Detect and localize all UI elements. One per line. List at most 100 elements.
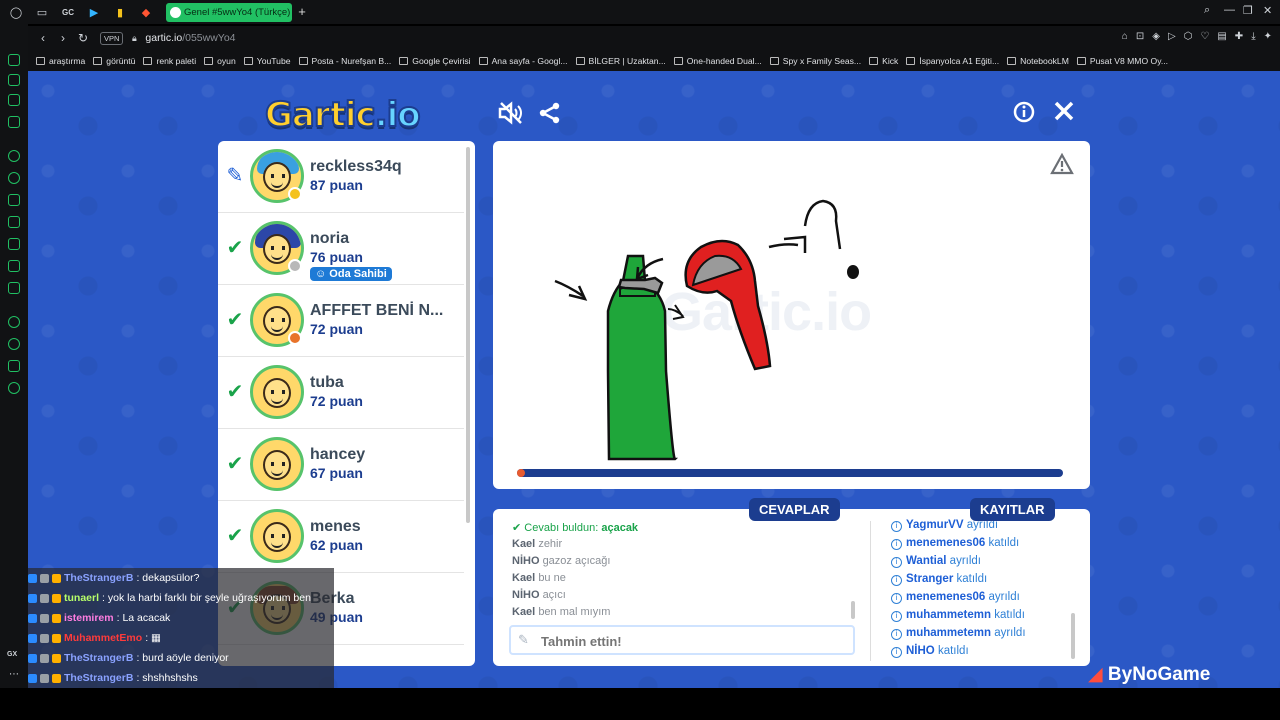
players-scrollbar[interactable]: [466, 147, 470, 523]
vpn-badge[interactable]: VPN: [100, 31, 124, 45]
avatar-eyes: [271, 246, 285, 250]
guess-input-box[interactable]: ✎: [509, 625, 855, 655]
puzzle-icon[interactable]: ✚: [1235, 31, 1243, 42]
restore-button[interactable]: ❐: [1243, 4, 1253, 17]
tab-title: Genel #5wwYo4 (Türkçe): [184, 7, 291, 18]
chat-message: TheStrangerB: dekapsülor?: [28, 568, 334, 588]
answer-line: Kael zehir: [512, 538, 852, 555]
bookmark-item[interactable]: Ana sayfa - Googl...: [478, 56, 568, 66]
capture-icon[interactable]: ⊡: [1136, 31, 1144, 42]
sidebar-extensions-icon[interactable]: [8, 360, 20, 372]
info-icon[interactable]: [1013, 101, 1035, 129]
sidebar-app-icon[interactable]: [8, 282, 20, 294]
bookmark-item[interactable]: Pusat V8 MMO Oy...: [1076, 56, 1168, 66]
bookmark-item[interactable]: Google Çevirisi: [399, 56, 471, 66]
chat-badge-icon: [40, 573, 49, 583]
sidebar-more-icon[interactable]: ⋯: [9, 669, 19, 680]
sidebar-discord-icon[interactable]: [8, 194, 20, 206]
sidebar-bag-icon[interactable]: [8, 74, 20, 86]
log-line: i menemenes06 katıldı: [891, 537, 1071, 555]
close-game-icon[interactable]: [1053, 100, 1075, 128]
log-user: muhammetemn: [906, 609, 991, 621]
chat-badge-icon: [28, 573, 37, 583]
minimize-button[interactable]: —: [1224, 4, 1235, 16]
check-icon: ✔: [226, 309, 244, 331]
bookmark-item[interactable]: araştırma: [36, 56, 85, 66]
opera-gx-logo-icon[interactable]: ◯: [6, 2, 26, 22]
report-icon[interactable]: [1050, 152, 1074, 175]
cube-icon[interactable]: ⬡: [1184, 31, 1193, 42]
bookmark-icon[interactable]: ⌂: [1122, 31, 1128, 42]
log-line: i NİHO katıldı: [891, 645, 1071, 663]
sound-off-icon[interactable]: [498, 101, 524, 131]
sidebar-news-icon[interactable]: [8, 94, 20, 106]
forward-icon[interactable]: ›: [54, 31, 72, 45]
answers-panel: ✔ Cevabı buldun: açacak Kael zehir NİHO g…: [493, 509, 1090, 666]
sidebar-tiktok-icon[interactable]: [8, 238, 20, 250]
bookmark-item[interactable]: NotebookLM: [1007, 56, 1069, 66]
heart-icon[interactable]: ♡: [1200, 31, 1209, 42]
bar-chart-icon[interactable]: ▮: [110, 2, 130, 22]
sidebar-m-icon[interactable]: [8, 116, 20, 128]
bookmark-item[interactable]: Kick: [869, 56, 898, 66]
document-icon[interactable]: ▤: [1217, 31, 1226, 42]
logs-scrollbar[interactable]: [1071, 613, 1075, 659]
player-row[interactable]: ✔ tuba 72 puan: [218, 357, 464, 429]
bookmark-item[interactable]: YouTube: [243, 56, 291, 66]
answers-scrollbar[interactable]: [851, 601, 855, 619]
play-icon[interactable]: ▷: [1168, 31, 1176, 42]
answer-text: açıcı: [542, 589, 566, 601]
avatar-eyes: [271, 318, 285, 322]
share-icon[interactable]: [539, 102, 561, 130]
tab-active[interactable]: Genel #5wwYo4 (Türkçe): [166, 3, 292, 22]
bookmark-item[interactable]: oyun: [204, 56, 236, 66]
sidebar-settings-icon[interactable]: [8, 382, 20, 394]
search-icon[interactable]: ⌕: [1204, 4, 1210, 17]
url-field[interactable]: gartic.io/055wwYo4: [145, 32, 235, 44]
sidebar-gx-label[interactable]: GX: [7, 651, 17, 658]
bookmark-item[interactable]: One-handed Dual...: [673, 56, 762, 66]
avatar: [250, 365, 304, 419]
sidebar-whatsapp-icon[interactable]: [8, 172, 20, 184]
download-icon[interactable]: ⤓: [1251, 31, 1255, 42]
sidebar-globe-icon[interactable]: [8, 150, 20, 162]
log-line: i Wantial ayrıldı: [891, 555, 1071, 573]
bookmark-item[interactable]: görüntü: [93, 56, 135, 66]
sidebar-history-icon[interactable]: [8, 338, 20, 350]
bookmark-item[interactable]: BİLGER | Uzaktan...: [575, 56, 666, 66]
bookmark-item[interactable]: Posta - Nurefşan B...: [298, 56, 391, 66]
player-row[interactable]: ✔ AFFFET BENİ N... 72 puan: [218, 285, 464, 357]
folder-icon: [298, 56, 308, 65]
pinned-tab-gc[interactable]: GC: [58, 2, 78, 22]
shield-icon[interactable]: ◈: [1152, 31, 1160, 42]
log-user: Stranger: [906, 573, 954, 585]
play-store-icon[interactable]: ▶: [84, 2, 104, 22]
sidebar-speed-dial-icon[interactable]: [8, 54, 20, 66]
player-row[interactable]: ✎ reckless34q 87 puan: [218, 141, 464, 213]
player-name: menes: [310, 518, 361, 535]
close-window-button[interactable]: ✕: [1263, 4, 1272, 17]
player-row[interactable]: ✔ menes 62 puan: [218, 501, 464, 573]
sidebar-instagram-icon[interactable]: [8, 216, 20, 228]
chat-badge-icon: [28, 593, 37, 603]
folder-icon: [1076, 56, 1086, 65]
bookmark-item[interactable]: renk paleti: [143, 56, 196, 66]
drawing-canvas[interactable]: Gartic.io: [493, 141, 1090, 489]
lock-icon: 🔒︎: [132, 32, 137, 43]
answers-list: ✔ Cevabı buldun: açacak Kael zehir NİHO g…: [512, 521, 852, 623]
ai-icon[interactable]: ✦: [1264, 31, 1272, 42]
back-icon[interactable]: ‹: [34, 31, 52, 45]
gamepad-icon[interactable]: ▭: [32, 2, 52, 22]
new-tab-button[interactable]: +: [295, 5, 309, 19]
chat-message: tunaerl: yok la harbi farklı bir şeyle u…: [28, 588, 334, 608]
bookmark-item[interactable]: Spy x Family Seas...: [769, 56, 861, 66]
guess-input[interactable]: [539, 632, 839, 650]
reload-icon[interactable]: ↻: [74, 31, 92, 45]
player-row[interactable]: ✔ hancey 67 puan: [218, 429, 464, 501]
bookmark-item[interactable]: İspanyolca A1 Eğiti...: [906, 56, 999, 66]
red-arrow-icon[interactable]: ◆: [136, 2, 156, 22]
sidebar-x-icon[interactable]: [8, 260, 20, 272]
sidebar-player-icon[interactable]: [8, 316, 20, 328]
player-row[interactable]: ✔ noria 76 puan ☺ Oda Sahibi: [218, 213, 464, 285]
chat-badge-icon: [52, 573, 61, 583]
